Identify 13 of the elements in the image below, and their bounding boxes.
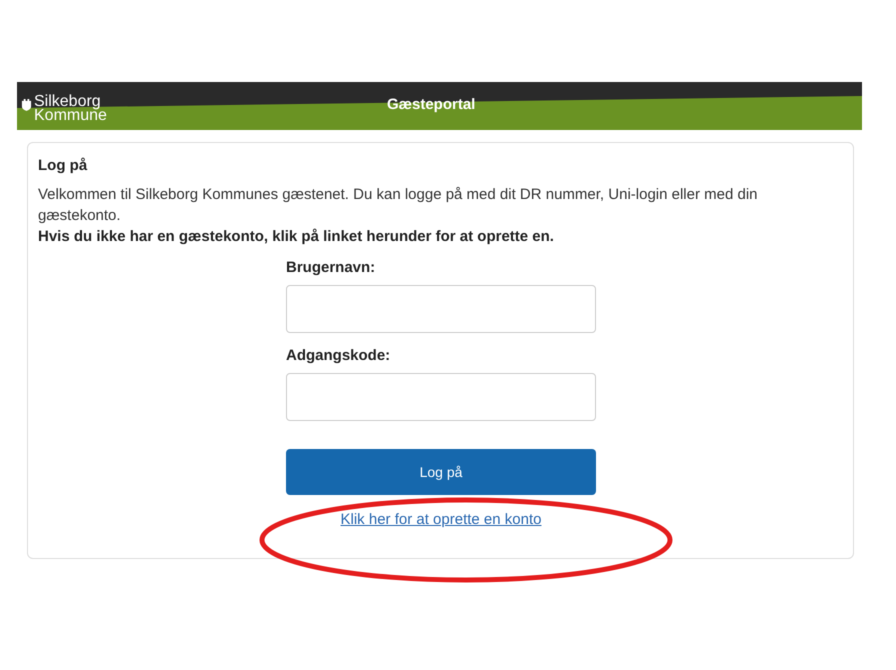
logo-text: Kommune	[34, 109, 107, 123]
card-heading: Log på	[38, 157, 88, 174]
page-title: Gæsteportal	[387, 96, 476, 113]
crest-icon	[21, 98, 32, 111]
input-field[interactable]	[286, 373, 596, 421]
notice-text: Hvis du ikke har en gæstekonto, klik på linket herunder for at oprette en.	[38, 227, 555, 247]
field-label: Brugernavn:	[286, 259, 376, 276]
create-account-link[interactable]: Klik her for at oprette en konto	[340, 511, 542, 528]
input-field[interactable]	[286, 285, 596, 333]
intro-text: Velkommen til Silkeborg Kommunes gæstenet. Du kan logge på med dit DR nummer, Uni-login eller med din gæstekonto.	[38, 185, 759, 226]
logo-text: Silkeborg	[34, 95, 101, 109]
field-label: Adgangskode:	[286, 347, 392, 364]
login-button[interactable]: Log på	[286, 449, 596, 495]
